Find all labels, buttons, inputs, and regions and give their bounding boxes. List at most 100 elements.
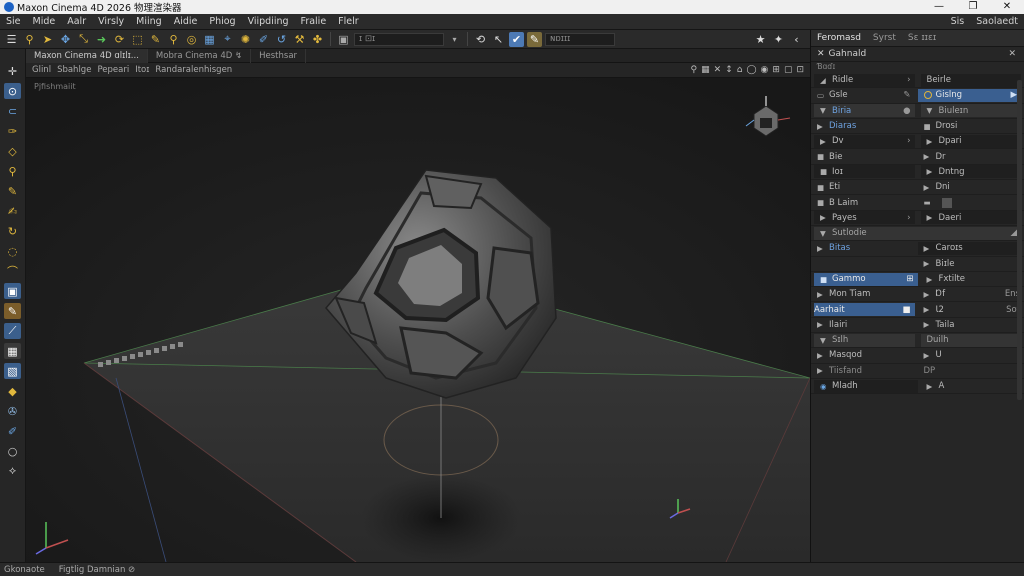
brush-icon[interactable]: ✐: [256, 32, 271, 47]
lasso-icon[interactable]: ⟲: [473, 32, 488, 47]
3d-viewport[interactable]: Pjfishmaiit: [26, 78, 810, 562]
curve-icon[interactable]: ↺: [274, 32, 289, 47]
attribute-field[interactable]: ▶ Bitas: [811, 242, 915, 255]
attribute-field[interactable]: ▬: [918, 196, 1024, 209]
maximize-button[interactable]: ❐: [956, 0, 990, 14]
viewport-target-icon[interactable]: ◉: [761, 65, 769, 75]
pin-icon[interactable]: ✦: [771, 32, 786, 47]
attribute-field[interactable]: ◉ Mladh: [814, 379, 918, 393]
menu-item-miing[interactable]: Miing: [130, 16, 168, 27]
snap-icon[interactable]: ⌖: [220, 32, 235, 47]
deformer-icon[interactable]: ✤: [310, 32, 325, 47]
select-tool-icon[interactable]: ⊙: [4, 83, 21, 99]
hook-tool-icon[interactable]: ↻: [4, 223, 21, 239]
lasso-tool-icon[interactable]: ⊂: [4, 103, 21, 119]
menu-item-virsly[interactable]: Virsly: [92, 16, 130, 27]
panel-close-icon[interactable]: ✕: [1008, 49, 1016, 59]
texture-tool-icon[interactable]: ▦: [4, 343, 21, 359]
viewport-box-icon[interactable]: ⊞: [772, 65, 780, 75]
menu-item-fralie[interactable]: Fralie: [295, 16, 333, 27]
minimize-button[interactable]: —: [922, 0, 956, 14]
render-region-icon[interactable]: ▣: [336, 32, 351, 47]
menu-item-aalr[interactable]: Aalr: [61, 16, 92, 27]
tab-attributes[interactable]: Feromasd: [811, 33, 867, 43]
menu-item-mide[interactable]: Mide: [27, 16, 62, 27]
attribute-field[interactable]: ▶ Dntng: [920, 165, 1021, 179]
color-swatch[interactable]: [941, 197, 952, 208]
section-header[interactable]: ▼ Sɪlh: [814, 333, 915, 347]
attribute-field[interactable]: ▶ Fxtilte: [921, 273, 1024, 286]
section-header[interactable]: ▼ Sutlodie ◢: [814, 226, 1021, 240]
toolbar-field-1[interactable]: ɪ ⊡ɪ: [354, 32, 444, 46]
paint-tool-icon[interactable]: ✎: [4, 303, 21, 319]
viewport-menu-itoi[interactable]: Itoɪ: [135, 65, 149, 75]
viewport-cross-icon[interactable]: ✕: [714, 65, 722, 75]
viewport-frame-icon[interactable]: ▢: [784, 65, 793, 75]
attribute-field[interactable]: ▶ Dv ›: [814, 134, 915, 148]
select-icon[interactable]: ⬚: [130, 32, 145, 47]
attribute-field-selected[interactable]: Gislng ▶: [917, 88, 1021, 102]
check-icon[interactable]: ✔: [509, 31, 524, 47]
pen-icon[interactable]: ✎: [148, 32, 163, 47]
tab-viewport-3[interactable]: Hesthsar: [251, 48, 307, 63]
viewport-camera-icon[interactable]: ⌂: [737, 65, 743, 75]
diamond-tool-icon[interactable]: ◇: [4, 143, 21, 159]
toolbar-field-2[interactable]: ɴɒɪɪɪ: [545, 32, 615, 46]
attribute-field[interactable]: ■ B Laim: [811, 196, 918, 209]
sculpt-tool-icon[interactable]: ✍: [4, 203, 21, 219]
attribute-field[interactable]: ▶ A: [921, 380, 1024, 393]
attribute-field[interactable]: ▶ Caroɪs: [917, 241, 1021, 255]
attribute-field[interactable]: ▶ Masqod: [811, 349, 918, 362]
attribute-field[interactable]: ▶ U: [918, 349, 1024, 362]
viewport-circle-icon[interactable]: ◯: [746, 65, 756, 75]
search-icon[interactable]: ⚲: [22, 32, 37, 47]
rotate-icon[interactable]: ⟳: [112, 32, 127, 47]
attribute-field[interactable]: ▶ Tiisfand: [811, 364, 918, 377]
attribute-field[interactable]: ■ Eti: [811, 181, 918, 194]
tab-viewport-2[interactable]: Mobra Cinema 4D ↯: [148, 48, 252, 63]
menu-item-sis[interactable]: Sis: [945, 16, 971, 27]
zoom-tool-icon[interactable]: ⚲: [4, 163, 21, 179]
attribute-field[interactable]: Beirle: [920, 73, 1021, 87]
menu-item-layout[interactable]: Saolaedt: [970, 16, 1024, 27]
light-icon[interactable]: ✺: [238, 32, 253, 47]
attribute-field[interactable]: ▶ Dni: [918, 181, 1024, 194]
live-select-icon[interactable]: ↖: [491, 32, 506, 47]
curve-tool-icon[interactable]: ⌒: [4, 263, 21, 279]
uv-tool-icon[interactable]: ▧: [4, 363, 21, 379]
attribute-field-selected[interactable]: ■ Gammo ⊞: [814, 272, 918, 286]
viewport-grid-icon[interactable]: ▦: [701, 65, 710, 75]
scale-icon[interactable]: ⤡: [76, 32, 91, 47]
hamburger-icon[interactable]: ☰: [4, 32, 19, 47]
attribute-field[interactable]: ▶ Payes ›: [814, 211, 915, 225]
attribute-field[interactable]: ◢ Ridle ›: [814, 73, 915, 87]
attribute-field[interactable]: ■ Drosi: [918, 120, 1024, 133]
attribute-field[interactable]: ▶ Ilairi: [811, 318, 918, 331]
attribute-field[interactable]: ▶ Diaras: [811, 120, 918, 133]
close-button[interactable]: ✕: [990, 0, 1024, 14]
arrow-icon[interactable]: ➜: [94, 32, 109, 47]
attribute-field[interactable]: ▶ Daeri: [920, 211, 1021, 225]
smooth-tool-icon[interactable]: ◌: [4, 243, 21, 259]
viewport-line-icon[interactable]: ↕: [725, 65, 733, 75]
picture-tool-icon[interactable]: ▣: [4, 283, 21, 299]
bucket-tool-icon[interactable]: ✎: [4, 183, 21, 199]
menu-item-phiog[interactable]: Phiog: [203, 16, 241, 27]
viewport-zoom-icon[interactable]: ⚲: [691, 65, 698, 75]
target-icon[interactable]: ◎: [184, 32, 199, 47]
move-tool-icon[interactable]: ✛: [4, 63, 21, 79]
attribute-field[interactable]: ■ Bie: [811, 150, 918, 163]
section-header[interactable]: Duilh: [920, 333, 1021, 347]
attribute-field[interactable]: ▶ Dr: [918, 150, 1024, 163]
attribute-field[interactable]: ■ Ioɪ: [814, 165, 915, 179]
tab-settings[interactable]: Sɛ ɪɪɛɪ: [902, 33, 942, 43]
wrench-icon[interactable]: ⚒: [292, 32, 307, 47]
chevron-icon[interactable]: ‹: [789, 32, 804, 47]
attribute-field[interactable]: ▭ Gsle ✎: [811, 89, 915, 102]
brush-tool-icon[interactable]: ✑: [4, 123, 21, 139]
chevron-down-icon[interactable]: ▾: [447, 32, 462, 47]
attribute-field[interactable]: ▶ Taila: [918, 318, 1024, 331]
knife-tool-icon[interactable]: ⟋: [4, 323, 21, 339]
menu-item-aidie[interactable]: Aidie: [168, 16, 204, 27]
viewport-menu-sbahlge[interactable]: Sbahlge: [57, 65, 91, 75]
